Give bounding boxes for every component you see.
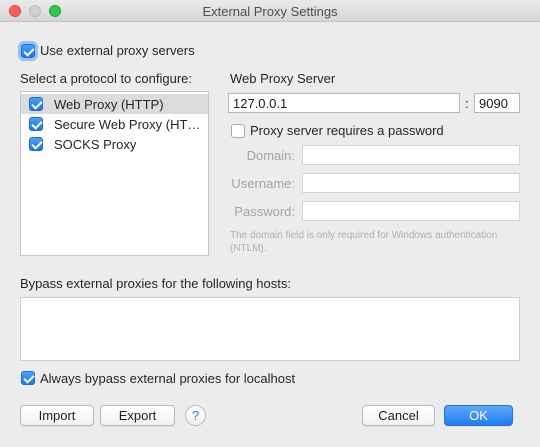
- protocol-item-label: Secure Web Proxy (HT…: [54, 117, 201, 132]
- bypass-localhost-label[interactable]: Always bypass external proxies for local…: [40, 371, 295, 386]
- export-button[interactable]: Export: [100, 405, 175, 426]
- domain-field[interactable]: [302, 145, 520, 165]
- use-external-proxy-label[interactable]: Use external proxy servers: [40, 43, 195, 58]
- cancel-button[interactable]: Cancel: [362, 405, 435, 426]
- bypass-hosts-textarea[interactable]: [20, 297, 520, 361]
- protocol-heading: Select a protocol to configure:: [20, 71, 192, 86]
- username-field[interactable]: [302, 173, 520, 193]
- import-button[interactable]: Import: [20, 405, 94, 426]
- title-bar: External Proxy Settings: [0, 0, 540, 22]
- ok-button[interactable]: OK: [444, 405, 513, 426]
- help-icon[interactable]: ?: [185, 405, 206, 426]
- use-external-proxy-checkbox[interactable]: [21, 44, 35, 58]
- protocol-http-checkbox[interactable]: [29, 97, 43, 111]
- window-title: External Proxy Settings: [202, 4, 338, 19]
- bypass-heading: Bypass external proxies for the followin…: [20, 276, 291, 291]
- protocol-item-label: Web Proxy (HTTP): [54, 97, 164, 112]
- server-heading: Web Proxy Server: [230, 71, 336, 86]
- proxy-port-field[interactable]: 9090: [474, 93, 520, 113]
- domain-note: The domain field is only required for Wi…: [230, 230, 498, 254]
- bypass-localhost-checkbox[interactable]: [21, 371, 35, 385]
- password-required-checkbox[interactable]: [231, 124, 245, 138]
- protocol-list: Web Proxy (HTTP) Secure Web Proxy (HT… S…: [20, 91, 209, 256]
- protocol-socks-checkbox[interactable]: [29, 137, 43, 151]
- password-label: Password:: [234, 204, 295, 219]
- protocol-item-http[interactable]: Web Proxy (HTTP): [21, 94, 208, 114]
- proxy-host-field[interactable]: 127.0.0.1: [228, 93, 460, 113]
- protocol-item-label: SOCKS Proxy: [54, 137, 137, 152]
- password-required-label[interactable]: Proxy server requires a password: [250, 123, 444, 138]
- protocol-https-checkbox[interactable]: [29, 117, 43, 131]
- password-field[interactable]: [302, 201, 520, 221]
- domain-label: Domain:: [246, 148, 295, 163]
- username-label: Username:: [231, 176, 295, 191]
- port-separator: :: [465, 96, 469, 111]
- protocol-item-https[interactable]: Secure Web Proxy (HT…: [21, 114, 208, 134]
- protocol-item-socks[interactable]: SOCKS Proxy: [21, 134, 208, 154]
